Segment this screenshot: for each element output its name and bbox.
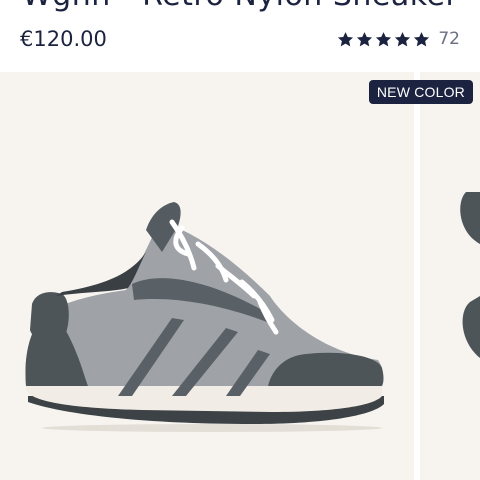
star-icon (338, 31, 354, 46)
product-price: €120.00 (20, 27, 107, 51)
product-rating[interactable]: 72 (337, 29, 460, 49)
new-color-badge: NEW COLOR (368, 80, 473, 104)
product-image-next[interactable] (420, 72, 480, 480)
product-image-main[interactable] (0, 72, 414, 480)
product-title: Wgnn - Retro Nylon Sneaker (22, 0, 458, 13)
star-icon (376, 31, 392, 46)
star-rating (337, 31, 430, 48)
star-icon (357, 31, 373, 46)
sneaker-side-view-image (25, 202, 384, 432)
product-image-gallery[interactable]: NEW COLOR (0, 72, 480, 480)
review-count: 72 (438, 29, 460, 49)
star-icon (395, 31, 411, 46)
star-icon (414, 31, 430, 46)
sneaker-partial-image (460, 192, 480, 358)
